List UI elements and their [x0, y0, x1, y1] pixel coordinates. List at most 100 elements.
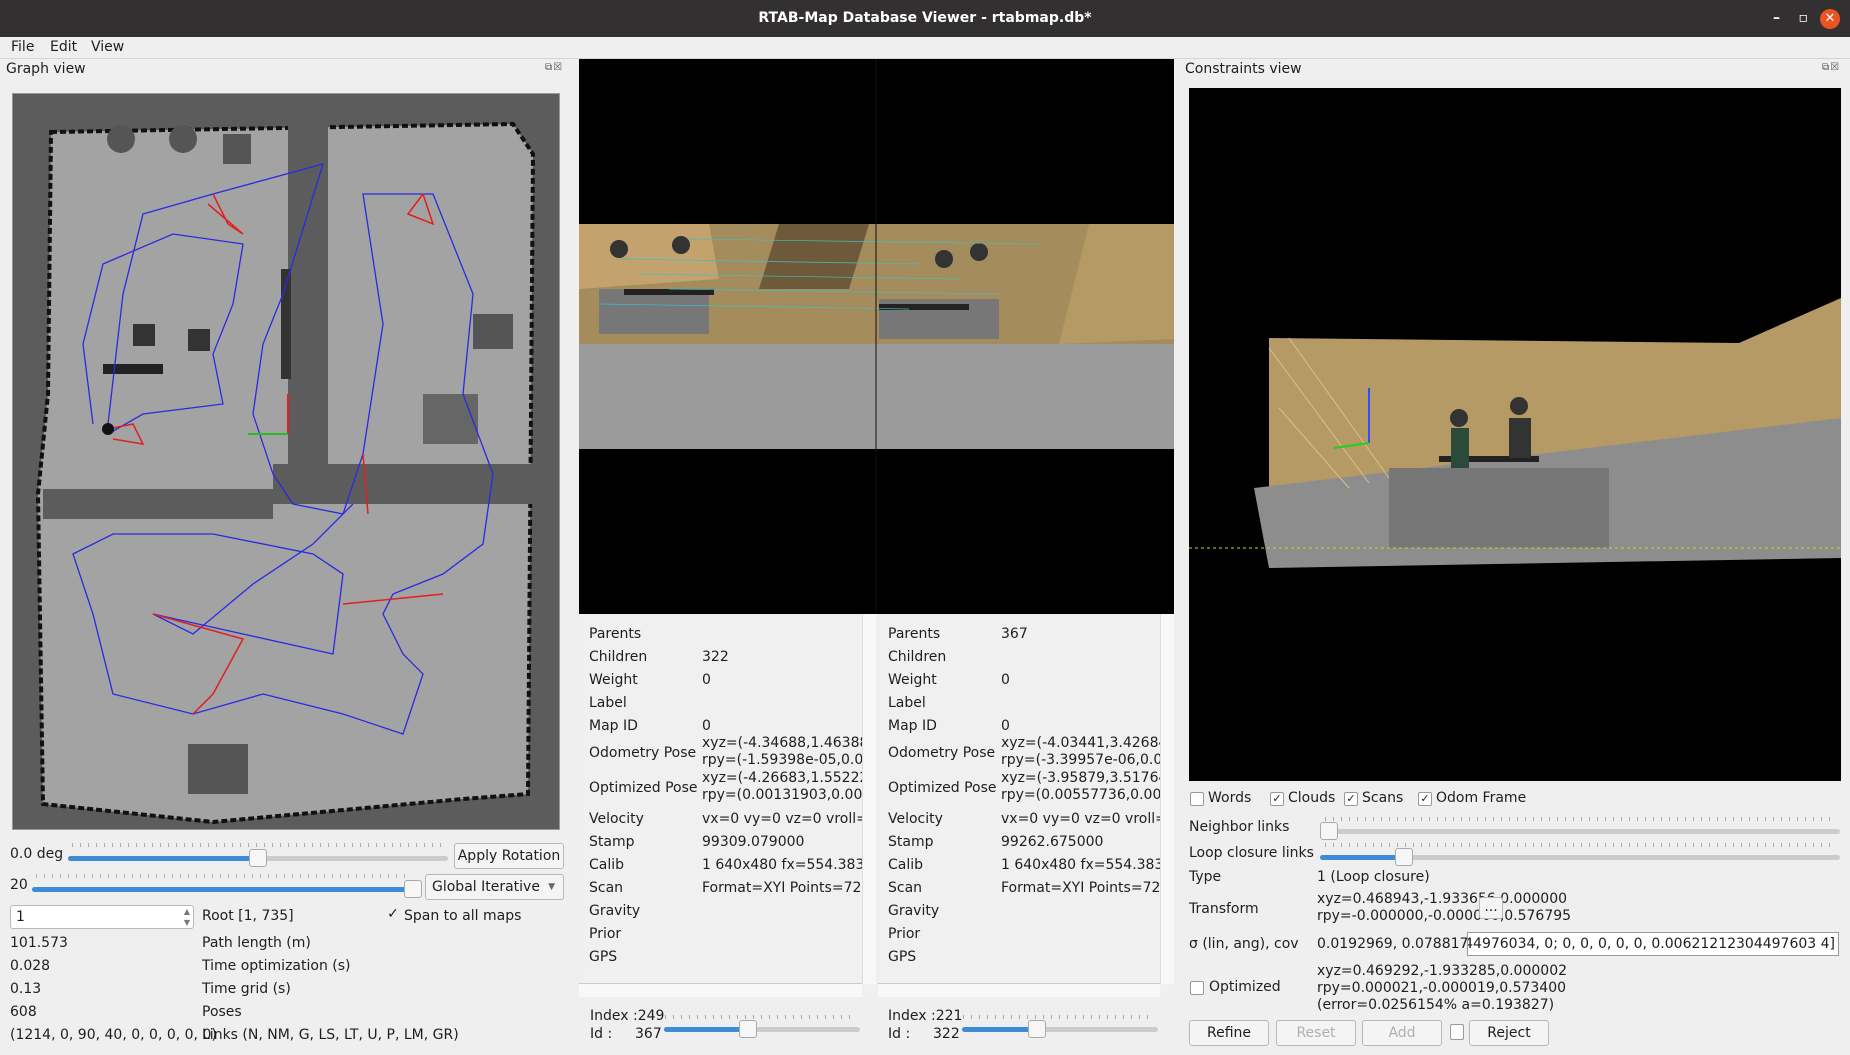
info-key: Map ID	[589, 718, 638, 734]
image-view-pair[interactable]	[579, 59, 1174, 614]
stat-label: Links (N, NM, G, LS, LT, U, P, LM, GR)	[202, 1027, 459, 1043]
loop-closure-links-label: Loop closure links	[1189, 845, 1314, 861]
info-row: Gravity	[589, 903, 640, 919]
apply-rotation-button[interactable]: Apply Rotation	[454, 843, 564, 869]
checkbox-label: Scans	[1362, 790, 1404, 806]
menu-view[interactable]: View	[91, 39, 124, 55]
info-value: vx=0 vy=0 vz=0 vroll=0 v	[1001, 811, 1174, 827]
info-key: Calib	[888, 857, 924, 873]
info-row: Label	[888, 695, 926, 711]
span-all-maps-checkbox[interactable]: ✓	[386, 907, 400, 922]
info-key: Gravity	[589, 903, 641, 919]
info-key: Parents	[888, 626, 941, 642]
optimized-checkbox[interactable]	[1190, 981, 1204, 995]
info-key: GPS	[888, 949, 917, 965]
rotation-slider[interactable]	[68, 849, 448, 867]
stat-value: 101.573	[10, 935, 68, 951]
info-row: Optimized Pose	[888, 780, 997, 796]
horizontal-scrollbar[interactable]	[878, 983, 1160, 997]
refine-button[interactable]: Refine	[1189, 1020, 1269, 1046]
info-row: Weight	[888, 672, 937, 688]
menu-bar: File Edit View	[0, 37, 1850, 59]
info-key: Map ID	[888, 718, 937, 734]
info-value: 0	[1001, 672, 1010, 688]
checkbox-odom-frame[interactable]: ✓	[1418, 792, 1432, 806]
node-info-table-a[interactable]: Parents Children 322 Weight 0 Label Map ID 0 Odo…	[579, 614, 876, 997]
checkbox-scans[interactable]: ✓	[1344, 792, 1358, 806]
stat-label: Time optimization (s)	[202, 958, 351, 974]
index-label-b: Index :221	[888, 1008, 963, 1024]
info-key: Optimized Pose	[888, 780, 997, 796]
menu-file[interactable]: File	[11, 39, 34, 55]
index-slider-a[interactable]	[664, 1020, 860, 1038]
checkbox-label: Words	[1208, 790, 1252, 806]
rotation-label: 0.0 deg	[10, 846, 64, 862]
info-key: Label	[888, 695, 926, 711]
minimize-button[interactable]: –	[1773, 0, 1780, 37]
transform-details-button[interactable]: ...	[1479, 897, 1503, 919]
transform-xyz: xyz=0.468943,-1.933656,0.000000	[1317, 891, 1568, 907]
dock-float-close-icon[interactable]: ⧉☒	[545, 62, 563, 73]
neighbor-links-slider[interactable]	[1320, 822, 1840, 840]
info-value: Format=XYI Points=720	[1001, 880, 1170, 896]
root-spinbox[interactable]: 1 ▲ ▼	[10, 905, 194, 929]
index-slider-b[interactable]	[962, 1020, 1158, 1038]
info-row: Velocity	[888, 811, 943, 827]
covariance-field[interactable]: 23044976034, 0; 0, 0, 0, 0, 0, 0.0062121…	[1467, 932, 1839, 956]
maximize-button[interactable]: ▫	[1799, 0, 1809, 37]
dock-float-close-icon[interactable]: ⧉☒	[1822, 62, 1840, 73]
info-value: Format=XYI Points=720	[702, 880, 871, 896]
info-row: Map ID	[888, 718, 937, 734]
close-button[interactable]: ✕	[1820, 9, 1840, 29]
info-key: Label	[589, 695, 627, 711]
info-value: 0	[1001, 718, 1010, 734]
graph-map-view[interactable]	[12, 93, 560, 830]
info-row: Parents	[589, 626, 641, 642]
info-key: Gravity	[888, 903, 940, 919]
iterations-slider[interactable]	[32, 880, 422, 898]
info-key: Prior	[888, 926, 921, 942]
info-row: Odometry Pose	[888, 745, 995, 761]
optimizer-dropdown[interactable]: Global Iterative ▼	[425, 874, 564, 900]
stat-label: Poses	[202, 1004, 242, 1020]
info-row: Calib	[888, 857, 923, 873]
checkbox-clouds[interactable]: ✓	[1270, 792, 1284, 806]
info-key: Children	[589, 649, 648, 665]
info-key: Odometry Pose	[589, 745, 697, 761]
checkbox-label: Odom Frame	[1436, 790, 1527, 806]
info-value: vx=0 vy=0 vz=0 vroll=0 v	[702, 811, 876, 827]
loop-closure-links-slider[interactable]	[1320, 848, 1840, 866]
info-row: Prior	[888, 926, 920, 942]
spin-arrows-icon[interactable]: ▲ ▼	[184, 906, 190, 928]
info-row: Calib	[589, 857, 624, 873]
stat-value: (1214, 0, 90, 40, 0, 0, 0, 0, 0)	[10, 1027, 217, 1043]
info-key: Children	[888, 649, 947, 665]
reject-option-checkbox[interactable]	[1450, 1024, 1464, 1040]
id-label-a: Id :	[590, 1026, 613, 1042]
info-row: Parents	[888, 626, 940, 642]
vertical-scrollbar[interactable]	[1160, 614, 1174, 984]
info-row: Children	[888, 649, 946, 665]
node-info-table-b[interactable]: Parents 367 Children Weight 0 Label Map ID 0 Odo…	[878, 614, 1174, 997]
id-label-b: Id :	[888, 1026, 911, 1042]
info-key: Prior	[589, 926, 622, 942]
menu-edit[interactable]: Edit	[50, 39, 77, 55]
reject-button[interactable]: Reject	[1469, 1020, 1549, 1046]
stat-label: Time grid (s)	[202, 981, 291, 997]
sigma-value: 0.0192969, 0.078817	[1317, 936, 1469, 952]
reset-button[interactable]: Reset	[1276, 1020, 1356, 1046]
vertical-scrollbar[interactable]	[862, 614, 876, 984]
info-key: Calib	[589, 857, 625, 873]
add-button[interactable]: Add	[1362, 1020, 1442, 1046]
horizontal-scrollbar[interactable]	[579, 983, 862, 997]
info-key: Stamp	[589, 834, 635, 850]
checkbox-words[interactable]	[1190, 792, 1204, 806]
chevron-down-icon: ▼	[548, 882, 555, 892]
info-value: xyz=(-4.03441,3.42684,- rpy=(-3.39957e-06…	[1001, 735, 1174, 768]
optimized-rpy: rpy=0.000021,-0.000019,0.573400	[1317, 980, 1567, 996]
constraints-3d-view[interactable]	[1189, 88, 1841, 781]
info-row: Map ID	[589, 718, 638, 734]
optimized-xyz: xyz=0.469292,-1.933285,0.000002	[1317, 963, 1568, 979]
root-value: 1	[16, 909, 25, 925]
info-value: 322	[702, 649, 729, 665]
